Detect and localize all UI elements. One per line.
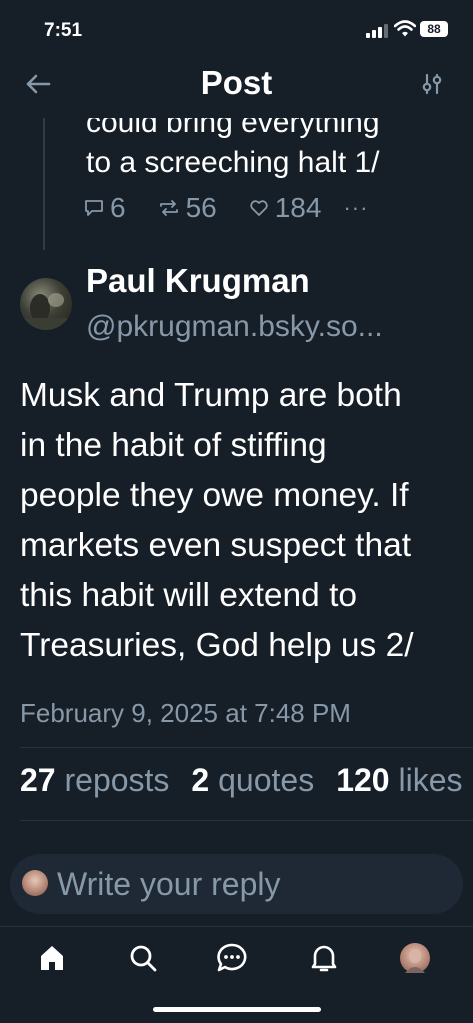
author-handle[interactable]: @pkrugman.bsky.so... [86, 310, 383, 344]
home-indicator [153, 1007, 321, 1012]
reposts-link[interactable]: 27 reposts [20, 762, 169, 799]
signal-icon [366, 24, 388, 38]
tab-search[interactable] [125, 940, 161, 976]
likes-count: 120 [336, 762, 390, 798]
tab-chat[interactable] [214, 940, 250, 976]
thread-settings-button[interactable] [420, 72, 444, 96]
avatar-photo [20, 293, 72, 330]
post-text-line: in the habit of stiffing [20, 427, 327, 464]
quotes-label: quotes [218, 762, 315, 798]
post-text: Musk and Trump are both in the habit of … [20, 371, 465, 671]
battery-indicator: 88 [420, 21, 448, 37]
parent-post-line: to a screeching halt 1/ [86, 146, 380, 179]
repost-icon [159, 200, 178, 216]
quotes-link[interactable]: 2 quotes [191, 762, 314, 799]
thread-line [43, 118, 45, 250]
engagement-stats: 27 reposts 2 quotes 120 likes [20, 762, 462, 799]
profile-avatar-icon [405, 949, 425, 973]
repost-button[interactable]: 56 [158, 192, 217, 224]
reposts-label: reposts [64, 762, 170, 798]
bell-icon [311, 945, 337, 972]
divider [20, 747, 473, 748]
tab-home[interactable] [34, 940, 70, 976]
like-button[interactable]: 184 [249, 192, 322, 224]
post-timestamp: February 9, 2025 at 7:48 PM [20, 698, 351, 728]
user-avatar [22, 870, 48, 896]
author-name[interactable]: Paul Krugman [86, 262, 310, 300]
like-count: 184 [274, 192, 322, 223]
post-text-line: people they owe money. If [20, 477, 409, 514]
chat-icon [217, 943, 247, 972]
likes-label: likes [398, 762, 463, 798]
quotes-count: 2 [191, 762, 210, 798]
post-text-line: Musk and Trump are both [20, 377, 402, 414]
parent-post-line: could bring everything [86, 118, 380, 139]
divider [20, 820, 473, 821]
post-text-line: Treasuries, God help us 2/ [20, 627, 414, 664]
post-text-line: markets even suspect that [20, 527, 412, 564]
reply-count: 6 [110, 192, 126, 223]
likes-link[interactable]: 120 likes [336, 762, 462, 799]
reposts-count: 27 [20, 762, 56, 798]
more-options-button[interactable]: ··· [343, 195, 368, 221]
comment-icon [85, 200, 103, 216]
home-icon [41, 946, 63, 970]
wifi-icon [393, 20, 417, 43]
status-time: 7:51 [44, 20, 83, 41]
repost-count: 56 [185, 192, 217, 223]
author-avatar[interactable] [20, 278, 72, 330]
heart-icon [250, 200, 268, 216]
reply-placeholder: Write your reply [57, 866, 281, 902]
sliders-icon [422, 73, 442, 95]
tab-profile[interactable] [400, 943, 430, 973]
search-icon [130, 945, 157, 972]
post-text-line: this habit will extend to [20, 577, 358, 614]
reply-button[interactable]: 6 [84, 192, 126, 224]
parent-post-actions: 6 56 184 ··· [84, 192, 368, 224]
tab-notifications[interactable] [306, 940, 342, 976]
page-title: Post [200, 64, 273, 101]
tabbar-divider [0, 926, 473, 927]
